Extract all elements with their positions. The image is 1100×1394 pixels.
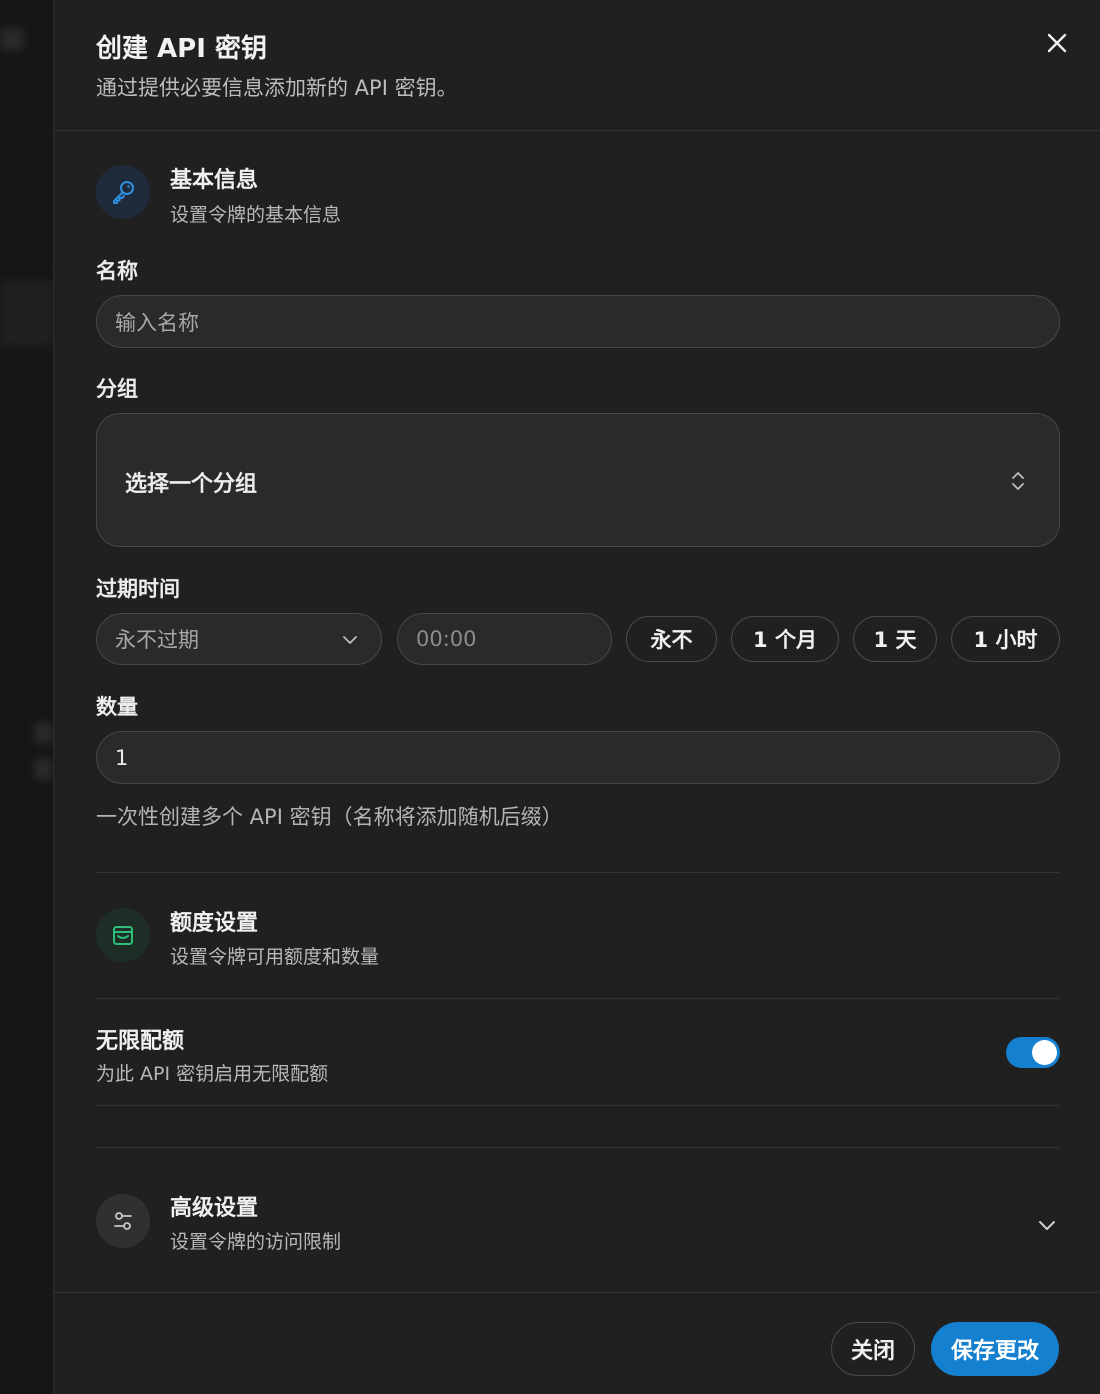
close-icon[interactable] <box>1042 28 1072 58</box>
quota-icon-badge <box>96 908 150 962</box>
group-label: 分组 <box>96 377 138 401</box>
expire-chip-never[interactable]: 永不 <box>626 616 717 662</box>
save-button[interactable]: 保存更改 <box>931 1322 1059 1376</box>
advanced-icon-badge <box>96 1194 150 1248</box>
key-icon <box>113 181 134 204</box>
basic-info-title: 基本信息 <box>170 168 259 193</box>
quantity-input[interactable]: 1 <box>96 731 1060 784</box>
backdrop-item <box>34 758 52 780</box>
basic-info-icon-badge <box>96 165 150 219</box>
time-input[interactable]: 00:00 <box>397 613 612 665</box>
advanced-desc: 设置令牌的访问限制 <box>170 1231 342 1253</box>
footer-divider <box>54 1292 1100 1293</box>
unlimited-quota-toggle[interactable] <box>1006 1037 1060 1068</box>
group-select-placeholder: 选择一个分组 <box>125 472 258 497</box>
expire-select[interactable]: 永不过期 <box>96 613 382 665</box>
close-button[interactable]: 关闭 <box>831 1322 915 1376</box>
backdrop-item <box>0 280 53 346</box>
quantity-hint: 一次性创建多个 API 密钥（名称将添加随机后缀） <box>96 805 563 829</box>
expire-label: 过期时间 <box>96 577 180 601</box>
expire-chip-1-hour[interactable]: 1 小时 <box>951 616 1060 662</box>
advanced-title[interactable]: 高级设置 <box>170 1190 258 1222</box>
wallet-icon <box>113 926 133 945</box>
backdrop <box>0 0 53 1394</box>
dialog-header: 创建 API 密钥 通过提供必要信息添加新的 API 密钥。 <box>54 0 1100 131</box>
chevron-down-icon <box>343 636 357 644</box>
group-select[interactable]: 选择一个分组 <box>96 413 1060 547</box>
sliders-icon <box>114 1212 132 1230</box>
dialog-subtitle: 通过提供必要信息添加新的 API 密钥。 <box>96 76 458 100</box>
create-api-key-dialog: 创建 API 密钥 通过提供必要信息添加新的 API 密钥。 基本信息 设置令牌… <box>53 0 1100 1394</box>
backdrop-item <box>34 722 52 744</box>
expire-chip-1-month[interactable]: 1 个月 <box>731 616 839 662</box>
backdrop-item <box>0 28 24 50</box>
unlimited-quota-title: 无限配额 <box>96 1029 185 1054</box>
expire-chip-1-day[interactable]: 1 天 <box>853 616 937 662</box>
divider <box>96 872 1060 873</box>
dialog-title: 创建 API 密钥 <box>96 34 267 64</box>
chevron-down-icon[interactable] <box>1035 1213 1059 1237</box>
divider <box>96 1147 1060 1148</box>
toggle-knob <box>1032 1040 1057 1065</box>
quantity-label: 数量 <box>96 695 138 719</box>
divider <box>96 998 1060 999</box>
name-input[interactable]: 输入名称 <box>96 295 1060 348</box>
quota-desc: 设置令牌可用额度和数量 <box>170 946 380 968</box>
divider <box>96 1105 1060 1106</box>
chevron-up-down-icon <box>1012 472 1024 490</box>
expire-select-value: 永不过期 <box>115 628 199 652</box>
unlimited-quota-desc: 为此 API 密钥启用无限配额 <box>96 1063 329 1085</box>
basic-info-desc: 设置令牌的基本信息 <box>170 204 342 226</box>
name-label: 名称 <box>96 259 138 283</box>
quota-title: 额度设置 <box>170 911 259 936</box>
